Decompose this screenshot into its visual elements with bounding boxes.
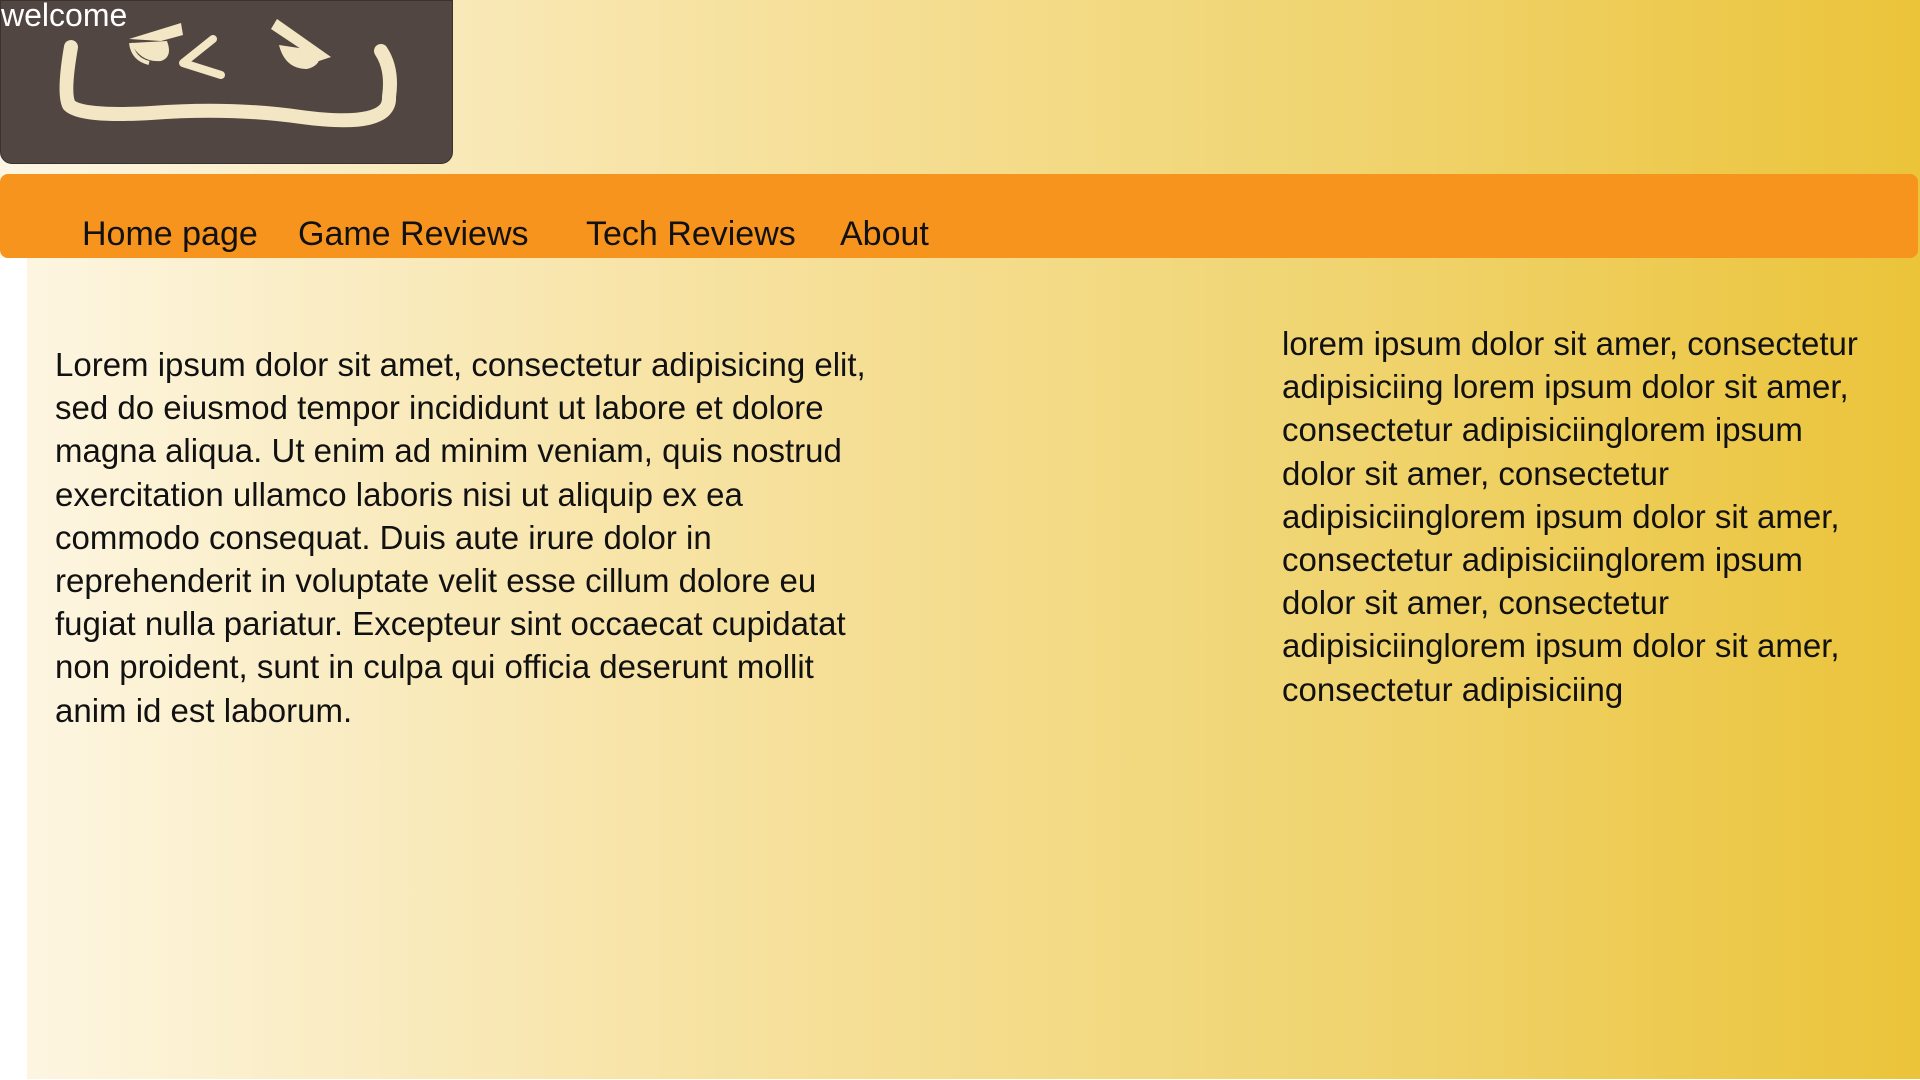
main-text-right: lorem ipsum dolor sit amer, consectetur … xyxy=(1282,325,1858,708)
nav-item-home-page[interactable]: Home page xyxy=(82,214,258,254)
nav-item-game-reviews[interactable]: Game Reviews xyxy=(298,214,529,254)
left-margin-strip xyxy=(0,258,27,1080)
main-text-left: Lorem ipsum dolor sit amet, consectetur … xyxy=(55,346,866,729)
welcome-text: welcome xyxy=(1,0,128,33)
nav-item-about[interactable]: About xyxy=(840,214,929,254)
main-nav: Home page Game Reviews Tech Reviews Abou… xyxy=(0,174,1918,258)
nav-item-tech-reviews[interactable]: Tech Reviews xyxy=(586,214,796,254)
page: welcome Home page Game Reviews Tech Revi… xyxy=(0,0,1920,1080)
site-logo[interactable]: welcome xyxy=(0,0,453,164)
